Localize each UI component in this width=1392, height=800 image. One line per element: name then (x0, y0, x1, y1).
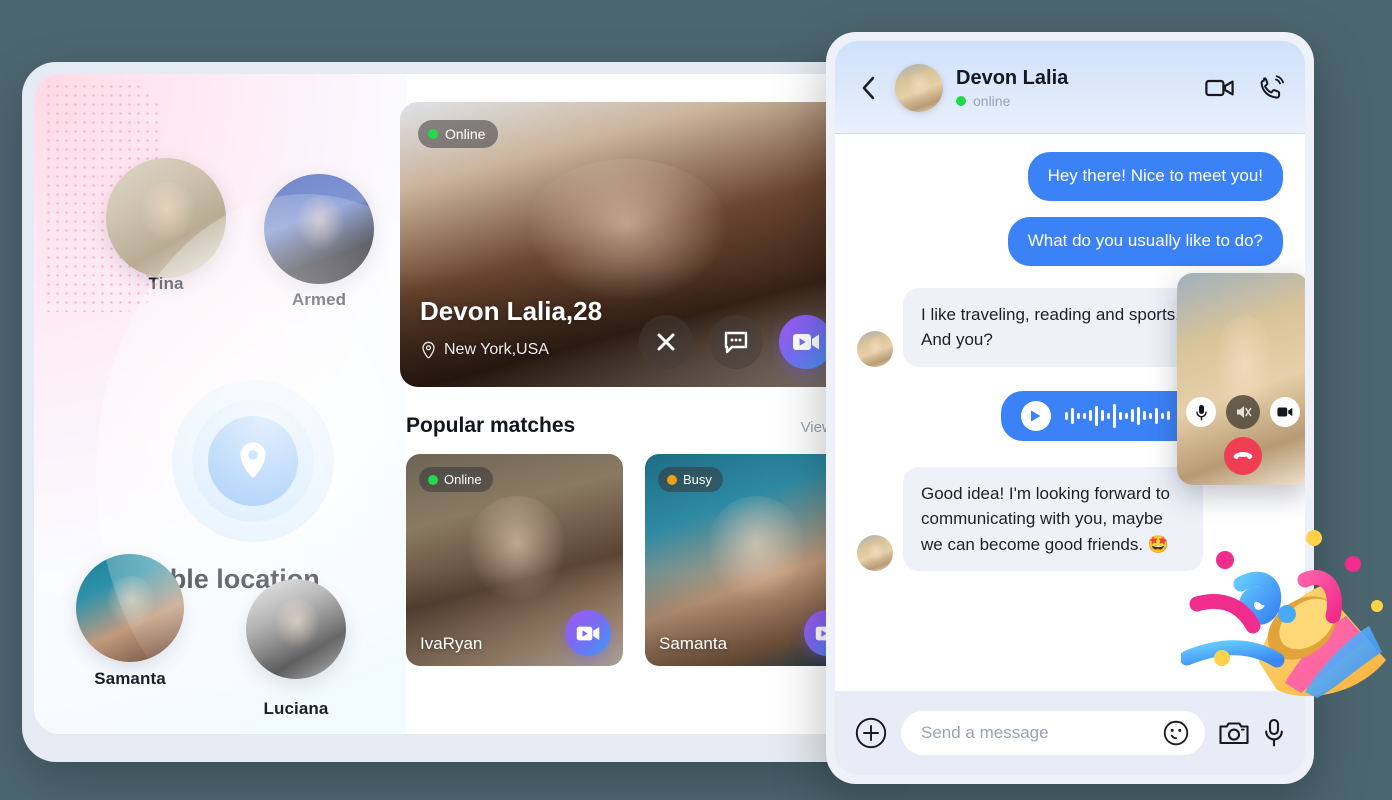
phone-call-icon[interactable] (1257, 74, 1285, 102)
status-badge-label: Online (444, 472, 482, 487)
camera-icon[interactable] (1219, 720, 1249, 746)
location-text: New York,USA (444, 341, 549, 358)
featured-profile-card[interactable]: Online Devon Lalia,28 New York,USA (400, 102, 845, 387)
video-call-overlay[interactable] (1177, 273, 1305, 485)
plus-circle-icon[interactable] (855, 717, 887, 749)
online-status-dot (428, 129, 438, 139)
outgoing-message-bubble: Hey there! Nice to meet you! (1027, 152, 1283, 201)
status-badge: Busy (658, 467, 723, 492)
message-row: Hey there! Nice to meet you! (857, 152, 1283, 201)
status-badge: Online (418, 120, 499, 148)
map-pin-icon (420, 341, 437, 359)
nearby-avatar-label: Samanta (94, 669, 166, 688)
busy-status-dot (667, 474, 677, 485)
chat-contact-info: Devon Lalia online (956, 66, 1192, 109)
nearby-avatar-luciana[interactable] (246, 579, 346, 679)
online-status-dot (428, 474, 438, 485)
nearby-avatar-tina[interactable] (106, 158, 226, 278)
video-camera-icon[interactable] (779, 315, 833, 369)
nearby-avatar-armed[interactable] (264, 174, 374, 284)
status-badge-label: Busy (683, 472, 712, 487)
video-camera-icon[interactable] (1205, 77, 1235, 99)
chat-header: Devon Lalia online (835, 41, 1305, 134)
chat-screen: Devon Lalia online Hey there! Nice to me… (835, 41, 1305, 775)
status-badge-label: Online (445, 126, 486, 142)
outgoing-message-bubble: What do you usually like to do? (1007, 216, 1283, 266)
chat-header-actions (1205, 74, 1285, 102)
profile-action-bar (639, 315, 833, 369)
match-card[interactable]: Online IvaRyan (406, 454, 623, 666)
message-list[interactable]: Hey there! Nice to meet you! What do you… (835, 134, 1305, 691)
chevron-left-icon[interactable] (855, 72, 882, 104)
online-status-dot (956, 96, 966, 106)
nearby-avatar-label: Luciana (263, 699, 329, 718)
featured-profile-name: Devon Lalia,28 (420, 296, 603, 326)
map-pin-icon[interactable] (208, 416, 298, 506)
avatar[interactable] (857, 330, 893, 367)
nearby-avatar-label: Tina (148, 274, 184, 293)
video-camera-icon[interactable] (565, 610, 611, 656)
call-controls (1177, 395, 1305, 475)
message-input[interactable] (921, 723, 1163, 743)
speaker-muted-icon[interactable] (1226, 395, 1260, 429)
tablet-device: Tina Armed Enable location Samanta Lucia… (22, 62, 872, 762)
chat-device: Devon Lalia online Hey there! Nice to me… (826, 32, 1386, 784)
status-badge: Online (419, 467, 493, 492)
avatar[interactable] (895, 63, 943, 112)
chat-bubble-icon[interactable] (709, 315, 763, 369)
chat-contact-name: Devon Lalia (956, 67, 1069, 89)
section-title: Popular matches (406, 414, 576, 437)
smiley-icon[interactable] (1163, 720, 1189, 746)
chat-contact-status: online (956, 93, 1192, 109)
featured-profile-location: New York,USA (420, 341, 549, 359)
video-camera-icon[interactable] (1270, 397, 1300, 427)
chat-contact-status-label: online (973, 93, 1011, 109)
message-input-bar (835, 691, 1305, 775)
incoming-message-bubble: I like traveling, reading and sports. An… (903, 287, 1203, 367)
tablet-screen: Tina Armed Enable location Samanta Lucia… (34, 74, 860, 734)
nearby-people-panel: Tina Armed Enable location Samanta Lucia… (34, 74, 406, 734)
play-icon[interactable] (1020, 400, 1051, 431)
location-pulse (172, 380, 334, 542)
popular-matches-list: Online IvaRyan Busy Samanta (406, 454, 860, 666)
microphone-icon[interactable] (1263, 718, 1285, 748)
nearby-avatar-label: Armed (291, 290, 347, 309)
match-name: IvaRyan (420, 634, 483, 653)
discover-panel: Online Devon Lalia,28 New York,USA Popul… (400, 74, 860, 734)
audio-waveform (1064, 403, 1170, 429)
match-name: Samanta (659, 634, 728, 653)
close-icon[interactable] (639, 315, 693, 369)
incoming-message-bubble: Good idea! I'm looking forward to commun… (903, 466, 1203, 572)
microphone-icon[interactable] (1186, 397, 1216, 427)
message-row: What do you usually like to do? (857, 216, 1283, 266)
nearby-avatar-samanta[interactable] (76, 554, 184, 662)
popular-matches-header: Popular matches View all (406, 414, 860, 438)
message-input-wrapper[interactable] (901, 711, 1205, 755)
end-call-icon[interactable] (1224, 437, 1262, 475)
avatar[interactable] (857, 535, 893, 572)
